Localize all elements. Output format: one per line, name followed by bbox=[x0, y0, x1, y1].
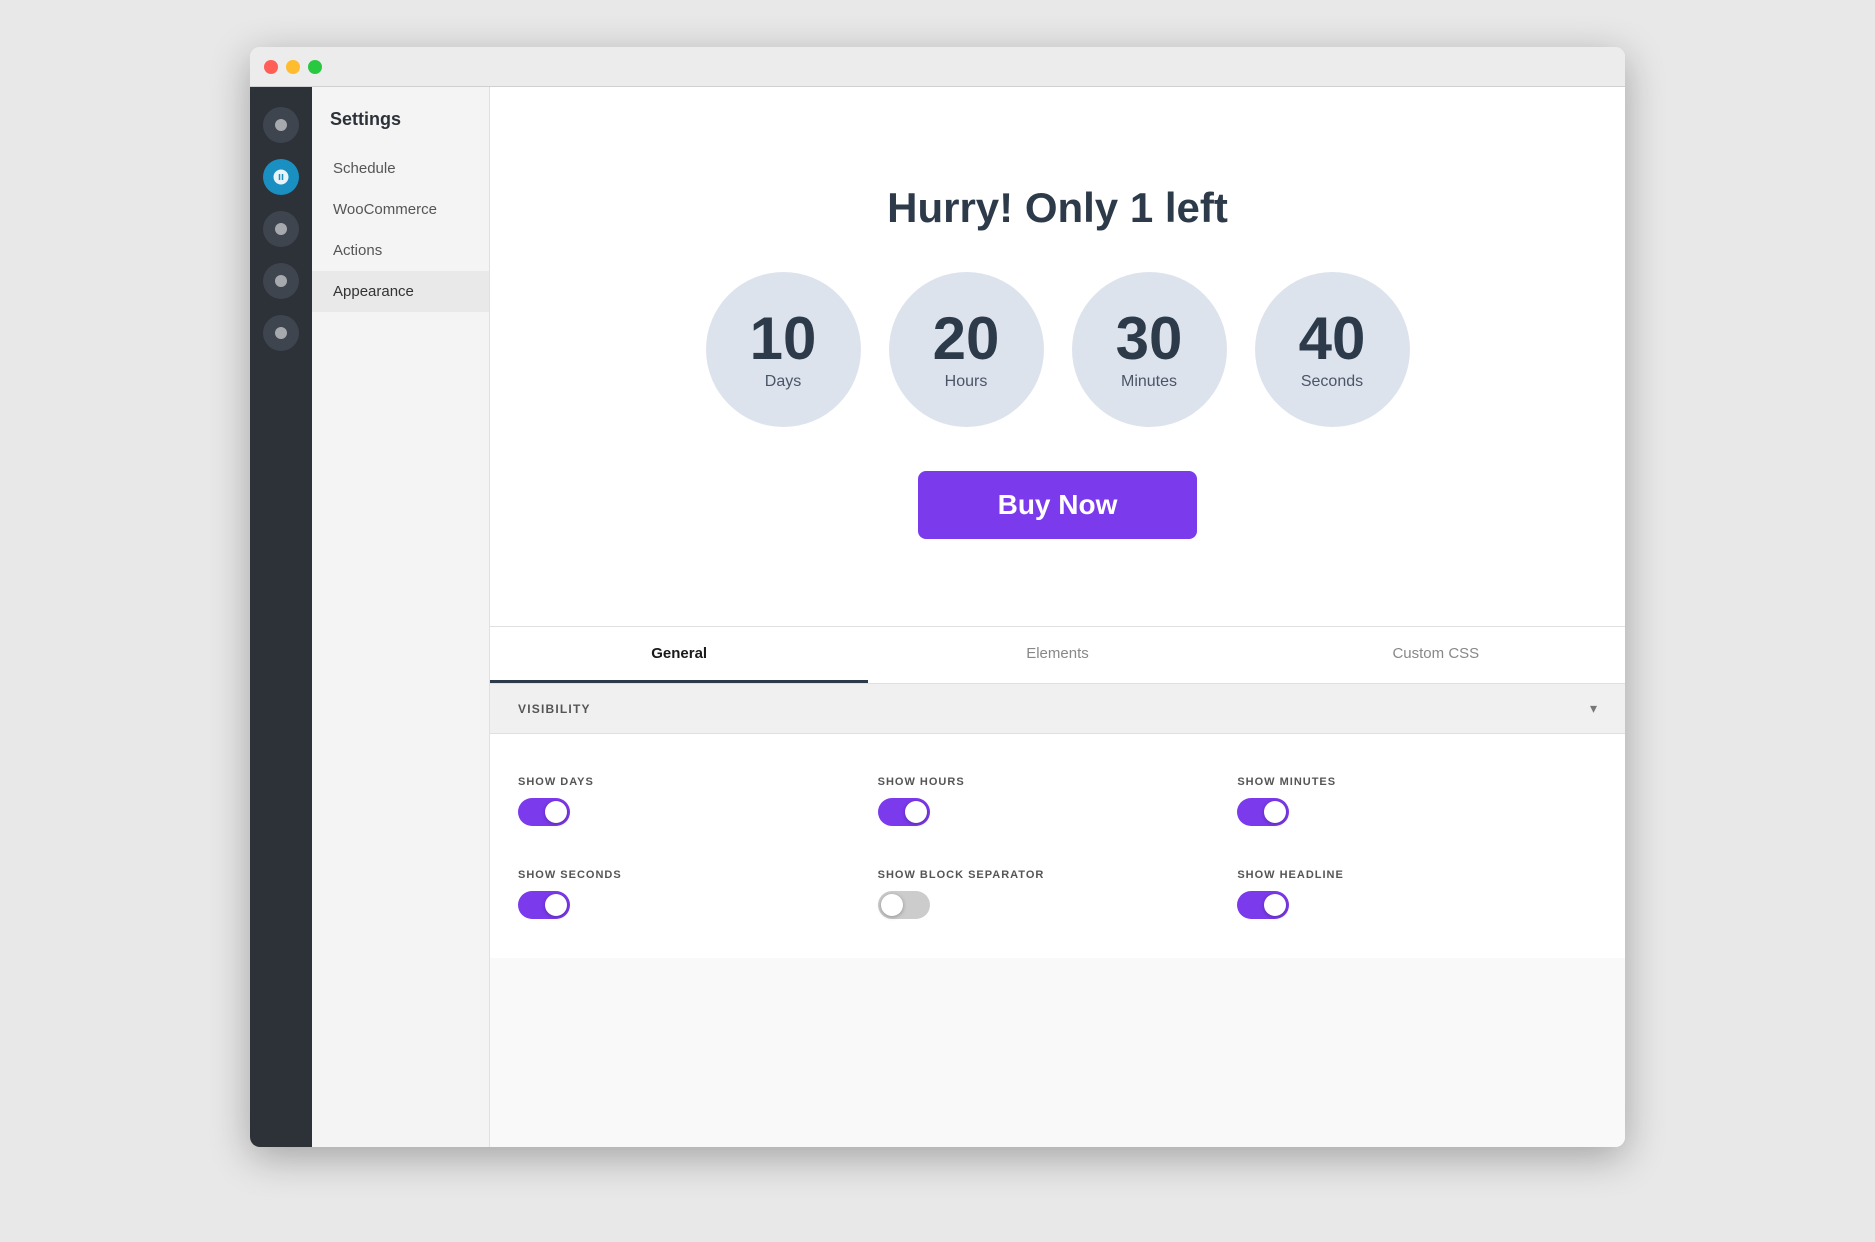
show-hours-toggle[interactable] bbox=[878, 798, 930, 826]
visibility-title: VISIBILITY bbox=[518, 702, 591, 716]
seconds-number: 40 bbox=[1299, 309, 1366, 369]
sidebar-icon-4[interactable] bbox=[263, 263, 299, 299]
show-days-label: SHOW DAYS bbox=[518, 776, 878, 788]
preview-area: Hurry! Only 1 left 10 Days 20 Hours 30 M… bbox=[490, 87, 1625, 627]
sidebar-icon-3[interactable] bbox=[263, 211, 299, 247]
nav-item-appearance[interactable]: Appearance bbox=[312, 271, 489, 312]
toggle-show-minutes: SHOW MINUTES bbox=[1237, 762, 1597, 855]
days-label: Days bbox=[765, 373, 801, 391]
sidebar-icon-5[interactable] bbox=[263, 315, 299, 351]
show-block-separator-label: SHOW BLOCK SEPARATOR bbox=[878, 869, 1238, 881]
show-block-separator-toggle[interactable] bbox=[878, 891, 930, 919]
tab-elements[interactable]: Elements bbox=[868, 627, 1246, 683]
seconds-label: Seconds bbox=[1301, 373, 1363, 391]
settings-panel: VISIBILITY ▾ SHOW DAYS SHOW H bbox=[490, 684, 1625, 1147]
nav-item-schedule[interactable]: Schedule bbox=[312, 148, 489, 189]
sidebar-icon-1[interactable] bbox=[263, 107, 299, 143]
show-hours-label: SHOW HOURS bbox=[878, 776, 1238, 788]
minimize-button[interactable] bbox=[286, 60, 300, 74]
countdown-row: 10 Days 20 Hours 30 Minutes 40 Seconds bbox=[706, 272, 1410, 427]
toggle-show-block-separator: SHOW BLOCK SEPARATOR bbox=[878, 855, 1238, 948]
buy-now-button[interactable]: Buy Now bbox=[918, 471, 1198, 539]
close-button[interactable] bbox=[264, 60, 278, 74]
toggle-show-seconds: SHOW SECONDS bbox=[518, 855, 878, 948]
settings-nav: Settings Schedule WooCommerce Actions Ap… bbox=[312, 87, 490, 1147]
countdown-seconds: 40 Seconds bbox=[1255, 272, 1410, 427]
minutes-label: Minutes bbox=[1121, 373, 1177, 391]
show-days-toggle[interactable] bbox=[518, 798, 570, 826]
days-number: 10 bbox=[750, 309, 817, 369]
hours-label: Hours bbox=[945, 373, 988, 391]
toggle-show-hours: SHOW HOURS bbox=[878, 762, 1238, 855]
nav-item-woocommerce[interactable]: WooCommerce bbox=[312, 189, 489, 230]
show-minutes-label: SHOW MINUTES bbox=[1237, 776, 1597, 788]
tab-bar: General Elements Custom CSS bbox=[490, 627, 1625, 684]
countdown-hours: 20 Hours bbox=[889, 272, 1044, 427]
main-content: Hurry! Only 1 left 10 Days 20 Hours 30 M… bbox=[490, 87, 1625, 1147]
toggle-show-days: SHOW DAYS bbox=[518, 762, 878, 855]
show-seconds-toggle[interactable] bbox=[518, 891, 570, 919]
sidebar-icon-2[interactable] bbox=[263, 159, 299, 195]
preview-headline: Hurry! Only 1 left bbox=[887, 184, 1228, 232]
chevron-down-icon: ▾ bbox=[1590, 700, 1597, 717]
show-minutes-toggle[interactable] bbox=[1237, 798, 1289, 826]
maximize-button[interactable] bbox=[308, 60, 322, 74]
toggle-show-headline: SHOW HEADLINE bbox=[1237, 855, 1597, 948]
show-seconds-label: SHOW SECONDS bbox=[518, 869, 878, 881]
countdown-days: 10 Days bbox=[706, 272, 861, 427]
tab-custom-css[interactable]: Custom CSS bbox=[1247, 627, 1625, 683]
minutes-number: 30 bbox=[1116, 309, 1183, 369]
settings-title: Settings bbox=[312, 87, 489, 148]
toggle-grid: SHOW DAYS SHOW HOURS bbox=[490, 734, 1625, 958]
icon-sidebar bbox=[250, 87, 312, 1147]
countdown-minutes: 30 Minutes bbox=[1072, 272, 1227, 427]
tab-general[interactable]: General bbox=[490, 627, 868, 683]
show-headline-label: SHOW HEADLINE bbox=[1237, 869, 1597, 881]
titlebar bbox=[250, 47, 1625, 87]
show-headline-toggle[interactable] bbox=[1237, 891, 1289, 919]
nav-item-actions[interactable]: Actions bbox=[312, 230, 489, 271]
visibility-section-header[interactable]: VISIBILITY ▾ bbox=[490, 684, 1625, 734]
hours-number: 20 bbox=[933, 309, 1000, 369]
